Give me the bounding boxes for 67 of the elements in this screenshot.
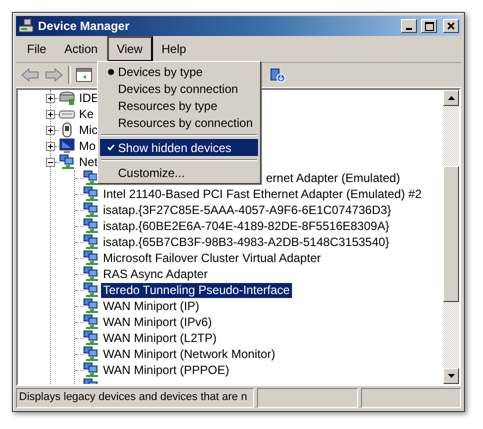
network-adapter-icon — [83, 298, 99, 314]
tree-item[interactable]: isatap.{3F27C85E-5AAA-4057-A9F6-6E1C074736D3} — [101, 202, 394, 218]
network-adapter-icon — [83, 250, 99, 266]
menu-item[interactable]: Help — [152, 37, 196, 61]
network-adapter-icon — [83, 202, 99, 218]
maximize-icon — [424, 22, 434, 30]
network-adapter-icon — [59, 154, 75, 170]
network-adapter-icon — [83, 330, 99, 346]
tree-item[interactable]: WAN Miniport (IPv6) — [101, 314, 214, 330]
network-adapter-icon — [83, 266, 99, 282]
update-driver-button[interactable] — [269, 66, 287, 84]
menu-option[interactable]: Devices by type — [100, 63, 258, 80]
window-title: Device Manager — [38, 19, 130, 33]
network-adapter-icon — [83, 186, 99, 202]
network-adapter-icon — [83, 314, 99, 330]
scroll-bar[interactable] — [443, 90, 459, 384]
collapse-icon[interactable] — [46, 158, 55, 166]
tree-item[interactable]: RAS Async Adapter — [101, 266, 210, 282]
tree-item[interactable]: IDE — [77, 90, 102, 106]
radio-dot-icon — [108, 68, 114, 74]
menu-option[interactable]: Resources by connection — [100, 114, 258, 131]
tree-item[interactable]: Intel 21140-Based PCI Fast Ethernet Adapter (Emulated) #2 — [101, 186, 424, 202]
status-text: Displays legacy devices and devices that are n — [16, 388, 254, 408]
close-button[interactable] — [443, 19, 459, 33]
tree-item[interactable]: WAN Miniport (Network Monitor) — [101, 346, 278, 362]
tree-item[interactable]: Microsoft Failover Cluster Virtual Adapter — [101, 250, 323, 266]
network-adapter-icon — [83, 218, 99, 234]
down-arrow-icon — [448, 374, 454, 378]
network-adapter-icon — [83, 234, 99, 250]
check-icon — [107, 144, 115, 151]
tree-item[interactable]: Teredo Tunneling Pseudo-Interface — [101, 282, 292, 298]
close-icon — [447, 22, 455, 30]
menu-item[interactable]: Action — [55, 37, 107, 61]
expand-icon[interactable] — [46, 94, 55, 102]
scroll-thumb[interactable] — [443, 166, 459, 302]
tree-item[interactable]: isatap.{65B7CB3F-98B3-4983-A2DB-5148C3153540} — [101, 234, 392, 250]
menu-option[interactable]: Devices by connection — [100, 80, 258, 97]
expand-icon[interactable] — [46, 110, 55, 118]
forward-button[interactable] — [44, 67, 64, 83]
scroll-up-button[interactable] — [443, 90, 459, 106]
expand-icon[interactable] — [46, 126, 55, 134]
network-adapter-icon — [83, 170, 99, 186]
menu-option[interactable]: Resources by type — [100, 97, 258, 114]
drive-controller-icon — [59, 90, 75, 106]
tree-item[interactable]: WAN Miniport (IP) — [101, 298, 202, 314]
maximize-button[interactable] — [421, 19, 437, 33]
menu-item[interactable]: File — [18, 37, 56, 61]
tree-item[interactable]: Net — [77, 154, 100, 170]
network-adapter-icon — [83, 346, 99, 362]
tree-item[interactable]: Mo — [77, 138, 98, 154]
tree-item[interactable]: Ke — [77, 106, 96, 122]
network-adapter-icon — [83, 282, 99, 298]
computer-icon — [18, 18, 34, 34]
console-tree-button[interactable] — [75, 66, 93, 84]
tree-item[interactable]: isatap.{60BE2E6A-704E-4189-82DE-8F5516E8309A} — [101, 218, 392, 234]
tree-item[interactable]: Mic — [77, 122, 100, 138]
minimize-button[interactable] — [401, 19, 417, 33]
tree-item[interactable]: ernet Adapter (Emulated) — [264, 170, 402, 186]
monitor-icon — [59, 138, 75, 154]
expand-icon[interactable] — [46, 142, 55, 150]
tree-item[interactable]: WAN Miniport (PPPOE) — [101, 362, 232, 378]
menu-option[interactable]: Show hidden devices — [100, 139, 258, 156]
tree-item[interactable]: WAN Miniport (L2TP) — [101, 330, 219, 346]
menu-option[interactable]: Customize... — [100, 164, 258, 181]
scroll-down-button[interactable] — [443, 368, 459, 384]
up-arrow-icon — [448, 96, 454, 100]
back-button[interactable] — [20, 67, 40, 83]
